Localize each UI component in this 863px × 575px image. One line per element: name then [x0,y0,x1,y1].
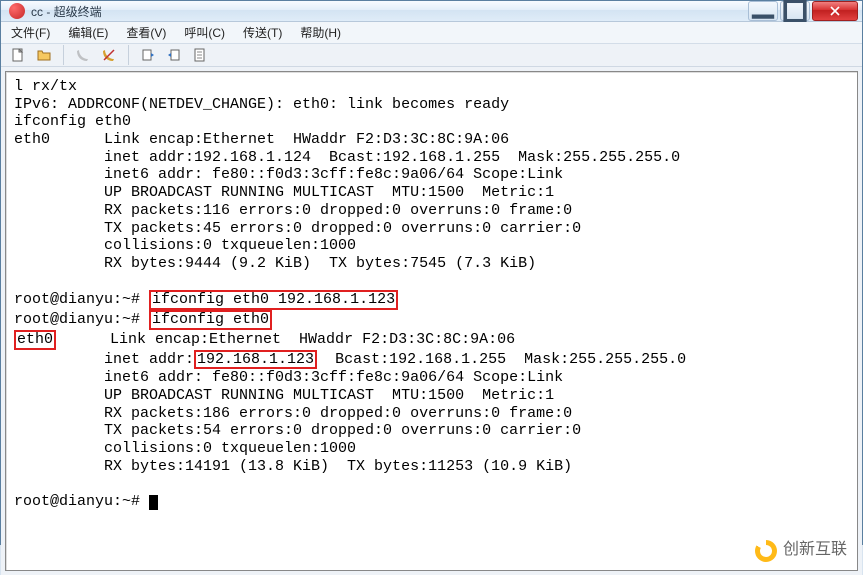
phone-connect-icon [75,47,91,63]
watermark: 创新互联 [755,540,847,562]
term-line: eth0 Link encap:Ethernet HWaddr F2:D3:3C… [14,131,509,148]
toolbar [1,44,862,67]
disconnect-button[interactable] [98,44,120,66]
highlight-cmd-ifconfig: ifconfig eth0 [149,310,272,330]
properties-icon [192,47,208,63]
watermark-text: 创新互联 [783,541,847,560]
term-line: RX packets:186 errors:0 dropped:0 overru… [14,405,572,422]
term-line: IPv6: ADDRCONF(NETDEV_CHANGE): eth0: lin… [14,96,509,113]
term-line: UP BROADCAST RUNNING MULTICAST MTU:1500 … [14,387,554,404]
term-line: RX bytes:9444 (9.2 KiB) TX bytes:7545 (7… [14,255,536,272]
highlight-cmd-setip: ifconfig eth0 192.168.1.123 [149,290,398,310]
term-line: RX bytes:14191 (13.8 KiB) TX bytes:11253… [14,458,572,475]
term-line: inet6 addr: fe80::f0d3:3cff:fe8c:9a06/64… [14,166,563,183]
prompt: root@dianyu:~# [14,493,149,510]
properties-button[interactable] [189,44,211,66]
titlebar[interactable]: cc - 超级终端 [1,1,862,22]
toolbar-separator [128,45,129,65]
menu-call[interactable]: 呼叫(C) [180,22,229,43]
cursor [149,495,158,510]
term-line: l rx/tx [14,78,77,95]
term-line: ifconfig eth0 [14,113,131,130]
app-icon [9,3,25,19]
send-file-icon [140,47,156,63]
minimize-button[interactable] [748,1,778,21]
terminal[interactable]: l rx/tx IPv6: ADDRCONF(NETDEV_CHANGE): e… [5,71,858,571]
term-line: inet6 addr: fe80::f0d3:3cff:fe8c:9a06/64… [14,369,563,386]
close-button[interactable] [812,1,858,21]
term-line: inet addr:192.168.1.124 Bcast:192.168.1.… [14,149,680,166]
connect-button [72,44,94,66]
menu-view[interactable]: 查看(V) [122,22,170,43]
open-button[interactable] [33,44,55,66]
highlight-iface: eth0 [14,330,56,350]
term-line: TX packets:54 errors:0 dropped:0 overrun… [14,422,581,439]
close-icon [830,6,840,16]
term-line: collisions:0 txqueuelen:1000 [14,440,356,457]
watermark-logo-icon [755,540,777,562]
terminal-container: l rx/tx IPv6: ADDRCONF(NETDEV_CHANGE): e… [1,67,862,575]
toolbar-separator [63,45,64,65]
menu-edit[interactable]: 编辑(E) [64,22,112,43]
window-title: cc - 超级终端 [31,3,102,20]
new-button[interactable] [7,44,29,66]
new-file-icon [10,47,26,63]
menu-help[interactable]: 帮助(H) [296,22,345,43]
highlight-ip: 192.168.1.123 [194,350,317,370]
menu-transfer[interactable]: 传送(T) [239,22,286,43]
receive-button[interactable] [163,44,185,66]
prompt: root@dianyu:~# [14,311,149,328]
term-line: Bcast:192.168.1.255 Mask:255.255.255.0 [317,351,686,368]
maximize-button[interactable] [780,1,810,21]
menubar: 文件(F) 编辑(E) 查看(V) 呼叫(C) 传送(T) 帮助(H) [1,22,862,44]
term-line: TX packets:45 errors:0 dropped:0 overrun… [14,220,581,237]
app-window: cc - 超级终端 文件(F) 编辑(E) 查看(V) 呼叫(C) 传送(T) … [0,0,863,545]
term-line: RX packets:116 errors:0 dropped:0 overru… [14,202,572,219]
prompt: root@dianyu:~# [14,291,149,308]
phone-disconnect-icon [101,47,117,63]
receive-file-icon [166,47,182,63]
menu-file[interactable]: 文件(F) [7,22,54,43]
term-line: UP BROADCAST RUNNING MULTICAST MTU:1500 … [14,184,554,201]
term-line: inet addr: [14,351,194,368]
open-folder-icon [36,47,52,63]
term-line: collisions:0 txqueuelen:1000 [14,237,356,254]
term-line: Link encap:Ethernet HWaddr F2:D3:3C:8C:9… [56,331,515,348]
send-button[interactable] [137,44,159,66]
window-controls [746,1,858,21]
